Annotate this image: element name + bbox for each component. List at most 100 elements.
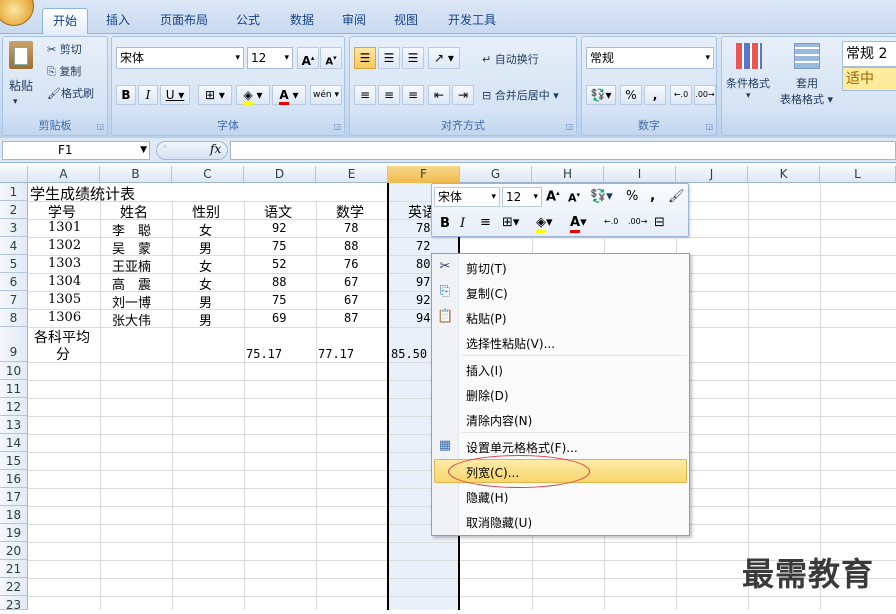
row-header-12[interactable]: 12 (0, 398, 28, 416)
row-header-6[interactable]: 6 (0, 273, 28, 291)
menu-item-copy[interactable]: 复制(C) (466, 285, 508, 302)
column-header-e[interactable]: E (316, 166, 388, 183)
average-chinese[interactable]: 75.17 (246, 347, 282, 361)
column-header-c[interactable]: C (172, 166, 244, 183)
paste-dropdown-icon[interactable]: ▾ (13, 97, 18, 107)
align-bottom-button[interactable]: ☰ (402, 47, 424, 69)
table-cell[interactable]: 87 (344, 311, 358, 325)
table-cell[interactable]: 女 (199, 256, 212, 275)
paste-button[interactable]: 粘贴 (9, 77, 33, 94)
row-header-23[interactable]: 23 (0, 596, 28, 612)
table-cell[interactable]: 1304 (48, 274, 81, 289)
borders-button[interactable]: ⊞ ▾ (198, 85, 232, 105)
font-color-button[interactable]: A ▾ (272, 85, 306, 105)
table-cell[interactable]: 67 (344, 275, 358, 289)
style-normal-2[interactable]: 常规 2 (842, 41, 896, 67)
italic-button[interactable]: I (138, 85, 158, 105)
increase-indent-button[interactable]: ⇥ (452, 85, 474, 105)
name-box[interactable]: F1 ▼ (2, 141, 150, 160)
number-format-select[interactable]: 常规 ▾ (586, 47, 714, 69)
table-cell[interactable]: 92 (416, 293, 430, 307)
table-cell[interactable]: 1301 (48, 220, 81, 235)
row-header-17[interactable]: 17 (0, 488, 28, 506)
align-left-button[interactable]: ≡ (354, 85, 376, 105)
font-size-select[interactable]: 12 ▾ (247, 47, 293, 69)
dialog-launcher-icon[interactable]: ◲ (705, 122, 713, 131)
tab-home[interactable]: 开始 (42, 8, 88, 34)
table-cell[interactable]: 男 (199, 310, 212, 329)
tab-data[interactable]: 数据 (280, 8, 324, 34)
column-header-f[interactable]: F (388, 166, 460, 183)
header-cell-math[interactable]: 数学 (336, 202, 364, 222)
row-header-2[interactable]: 2 (0, 201, 28, 219)
mini-font-size-select[interactable]: 12 ▾ (502, 187, 542, 207)
align-right-button[interactable]: ≡ (402, 85, 424, 105)
mini-percent-button[interactable]: % (626, 189, 638, 204)
table-cell[interactable]: 1303 (48, 256, 81, 271)
align-middle-button[interactable]: ☰ (378, 47, 400, 69)
sheet-title[interactable]: 学生成绩统计表 (30, 183, 135, 204)
grow-font-button[interactable]: A▴ (297, 47, 319, 69)
mini-merge-button[interactable]: ⊟ (654, 215, 665, 230)
select-all-corner[interactable] (0, 166, 28, 183)
table-cell[interactable]: 1305 (48, 292, 81, 307)
menu-item-delete[interactable]: 删除(D) (466, 387, 509, 404)
bold-button[interactable]: B (116, 85, 136, 105)
table-cell[interactable]: 75 (272, 239, 286, 253)
cut-button[interactable]: ✂ 剪切 (47, 41, 82, 57)
table-cell[interactable]: 男 (199, 292, 212, 311)
tab-developer[interactable]: 开发工具 (440, 8, 504, 34)
table-cell[interactable]: 76 (344, 257, 358, 271)
orientation-button[interactable]: ↗ ▾ (428, 47, 460, 69)
table-cell[interactable]: 67 (344, 293, 358, 307)
table-cell[interactable]: 女 (199, 274, 212, 293)
comma-button[interactable]: , (644, 85, 666, 105)
wrap-text-button[interactable]: ↵ 自动换行 (482, 51, 539, 67)
mini-increase-decimal-button[interactable]: ←.0 (604, 217, 618, 226)
table-cell[interactable]: 94 (416, 311, 430, 325)
row-header-15[interactable]: 15 (0, 452, 28, 470)
table-cell[interactable]: 52 (272, 257, 286, 271)
shrink-font-button[interactable]: A▾ (320, 47, 342, 69)
table-cell[interactable]: 李 聪 (112, 220, 151, 239)
average-english[interactable]: 85.50 (391, 347, 427, 361)
row-header-22[interactable]: 22 (0, 578, 28, 596)
row-header-5[interactable]: 5 (0, 255, 28, 273)
header-cell-gender[interactable]: 性别 (192, 202, 220, 222)
table-cell[interactable]: 88 (272, 275, 286, 289)
percent-button[interactable]: % (620, 85, 642, 105)
average-math[interactable]: 77.17 (318, 347, 354, 361)
table-format-button[interactable]: 套用 (796, 75, 818, 91)
mini-comma-button[interactable]: , (650, 188, 655, 204)
table-cell[interactable]: 1306 (48, 310, 81, 325)
row-header-9[interactable]: 9 (0, 327, 28, 362)
increase-decimal-button[interactable]: ←.0 (670, 85, 692, 105)
insert-function-button[interactable]: fx (210, 142, 221, 156)
merge-center-button[interactable]: ⊟ 合并后居中 ▾ (482, 87, 559, 103)
dialog-launcher-icon[interactable]: ◲ (333, 122, 341, 131)
table-cell[interactable]: 75 (272, 293, 286, 307)
column-header-b[interactable]: B (100, 166, 172, 183)
mini-italic-button[interactable]: I (460, 216, 465, 231)
mini-decrease-decimal-button[interactable]: .00→ (628, 217, 647, 226)
mini-font-name-select[interactable]: 宋体 ▾ (434, 187, 500, 207)
menu-item-clear-contents[interactable]: 清除内容(N) (466, 412, 532, 429)
tab-review[interactable]: 审阅 (332, 8, 376, 34)
column-header-i[interactable]: I (604, 166, 676, 183)
mini-shrink-font-button[interactable]: A▾ (568, 191, 580, 205)
tab-view[interactable]: 视图 (384, 8, 428, 34)
row-header-4[interactable]: 4 (0, 237, 28, 255)
style-medium[interactable]: 适中 (842, 67, 896, 91)
table-cell[interactable]: 刘一博 (112, 292, 151, 311)
fill-color-button[interactable]: ◈ ▾ (236, 85, 270, 105)
row-header-13[interactable]: 13 (0, 416, 28, 434)
row-header-7[interactable]: 7 (0, 291, 28, 309)
table-cell[interactable]: 吴 蒙 (112, 238, 151, 257)
table-cell[interactable]: 高 震 (112, 274, 151, 293)
menu-item-format-cells[interactable]: 设置单元格格式(F)... (466, 439, 578, 456)
row-header-1[interactable]: 1 (0, 183, 28, 201)
menu-item-hide[interactable]: 隐藏(H) (466, 489, 508, 506)
table-cell[interactable]: 78 (416, 221, 430, 235)
tab-insert[interactable]: 插入 (94, 8, 142, 34)
font-name-select[interactable]: 宋体 ▾ (116, 47, 244, 69)
